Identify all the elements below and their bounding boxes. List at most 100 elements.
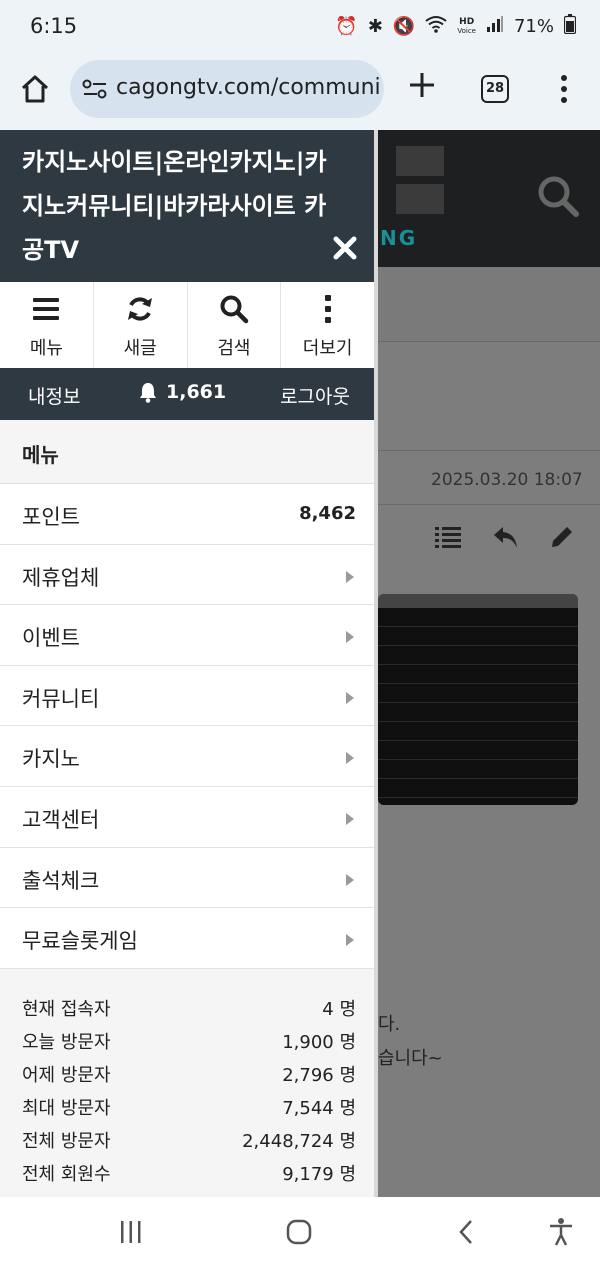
quick-search-button[interactable]: 검색: [188, 282, 282, 368]
home-button[interactable]: [18, 72, 52, 106]
logout-link[interactable]: 로그아웃: [280, 382, 350, 409]
menu-item-casino[interactable]: 카지노: [0, 726, 374, 787]
chevron-right-icon: [346, 691, 354, 704]
menu-item-events[interactable]: 이벤트: [0, 605, 374, 666]
visitor-stats: 현재 접속자 4 명 오늘 방문자 1,900 명 어제 방문자 2,796 명…: [0, 968, 374, 1197]
background-logo-text: NG: [380, 226, 418, 250]
wifi-icon: [425, 15, 447, 38]
notifications-link[interactable]: 1,661: [138, 381, 226, 403]
browser-toolbar: cagongtv.com/communi 28: [0, 54, 600, 130]
system-navigation-bar: [0, 1197, 600, 1267]
signal-icon: [486, 15, 504, 38]
quick-actions: 메뉴 새글 검색 더보기: [0, 282, 374, 368]
home-circle-icon: [286, 1219, 312, 1245]
search-icon: [220, 295, 249, 324]
background-image-table: [378, 594, 578, 805]
background-search-icon: [536, 174, 580, 218]
accessibility-icon: [550, 1218, 572, 1246]
status-time: 6:15: [30, 14, 78, 38]
menu-section-title: 메뉴: [22, 443, 59, 467]
more-vertical-icon: [561, 75, 567, 103]
menu-item-points[interactable]: 포인트 8,462: [0, 484, 374, 545]
stat-value: 1,900 명: [282, 1032, 356, 1053]
chevron-right-icon: [346, 873, 354, 886]
stat-row: 어제 방문자 2,796 명: [0, 1057, 374, 1089]
menu-item-community[interactable]: 커뮤니티: [0, 665, 374, 727]
hd-voice-icon: HD Voice: [457, 16, 476, 36]
stat-value: 9,179 명: [282, 1164, 356, 1185]
plus-icon: [410, 73, 434, 97]
recent-apps-button[interactable]: [116, 1217, 146, 1247]
quick-more-label: 더보기: [302, 338, 353, 359]
menu-item-label: 제휴업체: [22, 565, 100, 590]
points-value: 8,462: [299, 503, 356, 524]
side-drawer: 카지노사이트|온라인카지노|카지노커뮤니티|바카라사이트 카공TV 메뉴 새글 …: [0, 130, 378, 1197]
accessibility-button[interactable]: [546, 1217, 576, 1247]
url-text[interactable]: cagongtv.com/communi: [116, 75, 381, 100]
quick-new-posts-button[interactable]: 새글: [94, 282, 188, 368]
chevron-right-icon: [346, 934, 354, 947]
background-logo-mark: [390, 140, 450, 235]
edit-icon: [548, 523, 576, 551]
quick-new-posts-label: 새글: [123, 338, 157, 359]
recent-apps-icon: [121, 1221, 141, 1243]
bell-icon: [140, 383, 156, 403]
menu-item-support[interactable]: 고객센터: [0, 786, 374, 848]
refresh-icon: [128, 297, 153, 321]
menu-item-free-slots[interactable]: 무료슬롯게임: [0, 908, 374, 969]
status-bar: 6:15 ⏰ ✱ 🔇 HD Voice 71%: [0, 0, 600, 54]
stat-row: 오늘 방문자 1,900 명: [0, 1024, 374, 1056]
stat-row: 최대 방문자 7,544 명: [0, 1090, 374, 1122]
stat-label: 전체 방문자: [22, 1131, 111, 1152]
stat-value: 7,544 명: [282, 1098, 356, 1119]
quick-menu-button[interactable]: 메뉴: [0, 282, 94, 368]
browser-menu-button[interactable]: [554, 72, 574, 106]
mute-icon: 🔇: [392, 16, 416, 37]
stat-row: 현재 접속자 4 명: [0, 991, 374, 1023]
quick-more-button[interactable]: 더보기: [281, 282, 374, 368]
hd-label: HD: [459, 16, 475, 27]
my-info-link[interactable]: 내정보: [28, 382, 80, 409]
battery-icon: [563, 14, 577, 39]
menu-item-attendance[interactable]: 출석체크: [0, 847, 374, 909]
alarm-icon: ⏰: [335, 16, 358, 37]
list-icon: [434, 523, 462, 551]
user-bar: 내정보 1,661 로그아웃: [0, 368, 374, 420]
menu-item-partners[interactable]: 제휴업체: [0, 544, 374, 606]
chevron-right-icon: [346, 570, 354, 583]
stat-value: 4 명: [322, 999, 356, 1020]
new-tab-button[interactable]: [406, 70, 438, 102]
stat-label: 오늘 방문자: [22, 1032, 111, 1053]
stat-label: 어제 방문자: [22, 1065, 111, 1086]
stat-label: 현재 접속자: [22, 999, 111, 1020]
background-text-line: 다.: [378, 1014, 401, 1035]
quick-search-label: 검색: [217, 338, 251, 359]
vertical-dots-icon: [324, 295, 331, 323]
stat-row: 전체 회원수 9,179 명: [0, 1156, 374, 1188]
menu-item-label: 커뮤니티: [22, 686, 100, 711]
close-icon: [333, 236, 357, 260]
menu-section-header: 메뉴: [0, 420, 374, 484]
bluetooth-icon: ✱: [367, 16, 383, 37]
stat-row: 전체 방문자 2,448,724 명: [0, 1123, 374, 1155]
tab-switcher-button[interactable]: 28: [481, 75, 509, 103]
background-text-line: 습니다~: [378, 1048, 443, 1069]
home-nav-button[interactable]: [284, 1217, 314, 1247]
back-button[interactable]: [452, 1217, 482, 1247]
stat-label: 최대 방문자: [22, 1098, 111, 1119]
chevron-right-icon: [346, 812, 354, 825]
status-icons: ⏰ ✱ 🔇 HD Voice 71%: [335, 14, 577, 39]
menu-list: 포인트 8,462 제휴업체 이벤트 커뮤니티 카지노 고객센터 출석체크 무료: [0, 484, 374, 969]
chevron-right-icon: [346, 631, 354, 644]
menu-item-label: 포인트: [22, 505, 80, 529]
url-bar[interactable]: cagongtv.com/communi: [70, 60, 384, 118]
quick-menu-label: 메뉴: [29, 338, 63, 359]
menu-item-label: 이벤트: [22, 626, 80, 651]
background-post-date: 2025.03.20 18:07: [431, 470, 583, 490]
close-button[interactable]: [333, 236, 357, 260]
stat-value: 2,448,724 명: [242, 1131, 356, 1152]
back-icon: [459, 1220, 472, 1244]
chevron-right-icon: [346, 752, 354, 765]
site-title: 카지노사이트|온라인카지노|카지노커뮤니티|바카라사이트 카공TV: [22, 148, 327, 264]
site-settings-icon[interactable]: [82, 77, 108, 101]
